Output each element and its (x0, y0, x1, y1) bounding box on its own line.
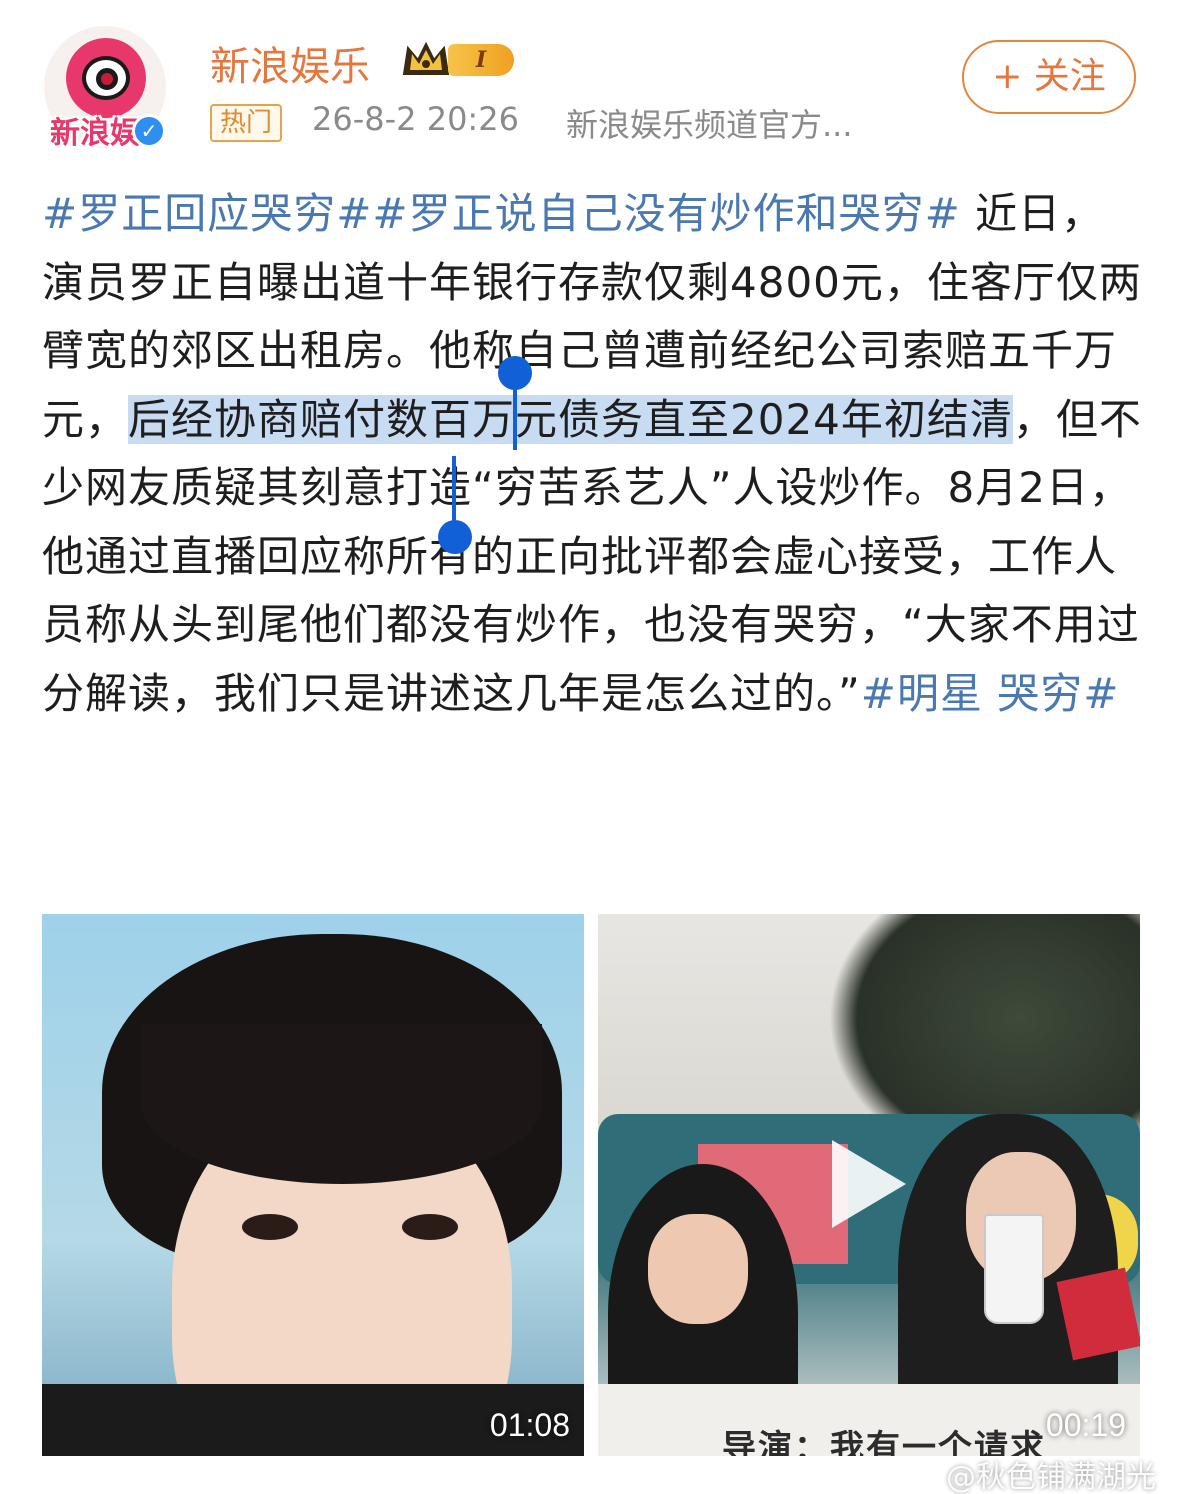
post-source: 新浪娱乐频道官方... (566, 106, 853, 144)
rank-level: I (448, 44, 514, 76)
verified-icon: ✓ (132, 114, 166, 148)
video-thumbnail[interactable]: 导演：我有一个请求 00:19 (598, 914, 1140, 1456)
username[interactable]: 新浪娱乐 (210, 34, 370, 92)
follow-button[interactable]: + 关注 (962, 40, 1136, 114)
hashtag-link[interactable]: #明星 哭穷# (861, 669, 1120, 718)
crown-icon (402, 41, 450, 75)
video-scene-fringe (142, 1024, 542, 1184)
hashtag-link[interactable]: #罗正说自己没有炒作和哭穷# (372, 189, 960, 238)
avatar[interactable]: 新浪娱 ✓ (44, 26, 170, 151)
avatar-pupil (96, 68, 118, 90)
video-scene-eye (402, 1214, 458, 1240)
video-subtitle: 导演：我有一个请求 (722, 1428, 1046, 1456)
video-duration: 01:08 (489, 1407, 570, 1443)
video-scene-eye (242, 1214, 298, 1240)
video-duration: 00:19 (1045, 1407, 1126, 1443)
selected-text[interactable]: 后经协商赔付数百万元债务直至2024年初结清 (128, 394, 1013, 444)
avatar-logo-text: 新浪娱 (50, 116, 140, 151)
hot-tag: 热门 (210, 104, 283, 142)
post-body[interactable]: #罗正回应哭穷##罗正说自己没有炒作和哭穷# 近日，演员罗正自曝出道十年银行存款… (42, 180, 1142, 728)
selection-end-bar (452, 456, 456, 526)
rank-badge[interactable]: I (400, 38, 518, 82)
post-timestamp: 26-8-2 20:26 (312, 100, 519, 138)
video-thumbnail[interactable]: 01:08 (42, 914, 584, 1456)
watermark: @秋色铺满湖光 (946, 1460, 1156, 1494)
video-scene-cup (984, 1214, 1044, 1324)
selection-start-bar (513, 380, 517, 450)
video-scene-face (648, 1214, 748, 1324)
hashtag-link[interactable]: #罗正回应哭穷# (42, 189, 372, 238)
play-icon[interactable] (832, 1140, 906, 1228)
selection-end-handle[interactable] (438, 520, 472, 554)
